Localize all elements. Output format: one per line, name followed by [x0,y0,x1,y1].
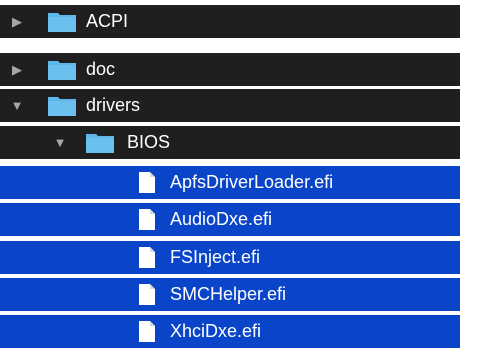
list-row-apfsdriverloader[interactable]: ApfsDriverLoader.efi [0,166,460,199]
row-label: ACPI [86,11,129,31]
disclosure-triangle-right-icon[interactable]: ▶ [8,5,26,38]
list-row-drivers[interactable]: ▼ drivers [0,89,460,122]
row-label: FSInject.efi [170,247,261,267]
document-icon [136,320,158,343]
document-icon [136,246,158,269]
row-label: ApfsDriverLoader.efi [170,172,334,192]
list-row-xhcidxe[interactable]: XhciDxe.efi [0,315,460,348]
list-row-bios[interactable]: ▼ BIOS [0,126,460,159]
row-label: XhciDxe.efi [170,321,262,341]
list-row-doc[interactable]: ▶ doc [0,53,460,86]
disclosure-triangle-right-icon[interactable]: ▶ [8,53,26,86]
list-row-fsinject[interactable]: FSInject.efi [0,241,460,274]
folder-icon [47,58,77,81]
disclosure-triangle-down-icon[interactable]: ▼ [8,89,26,122]
list-row-smchelper[interactable]: SMCHelper.efi [0,278,460,311]
document-icon [136,283,158,306]
document-icon [136,171,158,194]
file-list: ▶ ACPI ▶ doc ▼ drivers ▼ BIOS ApfsDriver… [0,0,484,354]
disclosure-triangle-down-icon[interactable]: ▼ [51,126,69,159]
folder-icon [47,10,77,33]
row-label: AudioDxe.efi [170,209,273,229]
row-label: doc [86,59,116,79]
row-label: SMCHelper.efi [170,284,287,304]
document-icon [136,208,158,231]
list-row-acpi[interactable]: ▶ ACPI [0,5,460,38]
row-label: drivers [86,95,141,115]
list-row-audiodxe[interactable]: AudioDxe.efi [0,203,460,236]
folder-icon [85,131,115,154]
folder-icon [47,94,77,117]
row-label: BIOS [127,132,171,152]
